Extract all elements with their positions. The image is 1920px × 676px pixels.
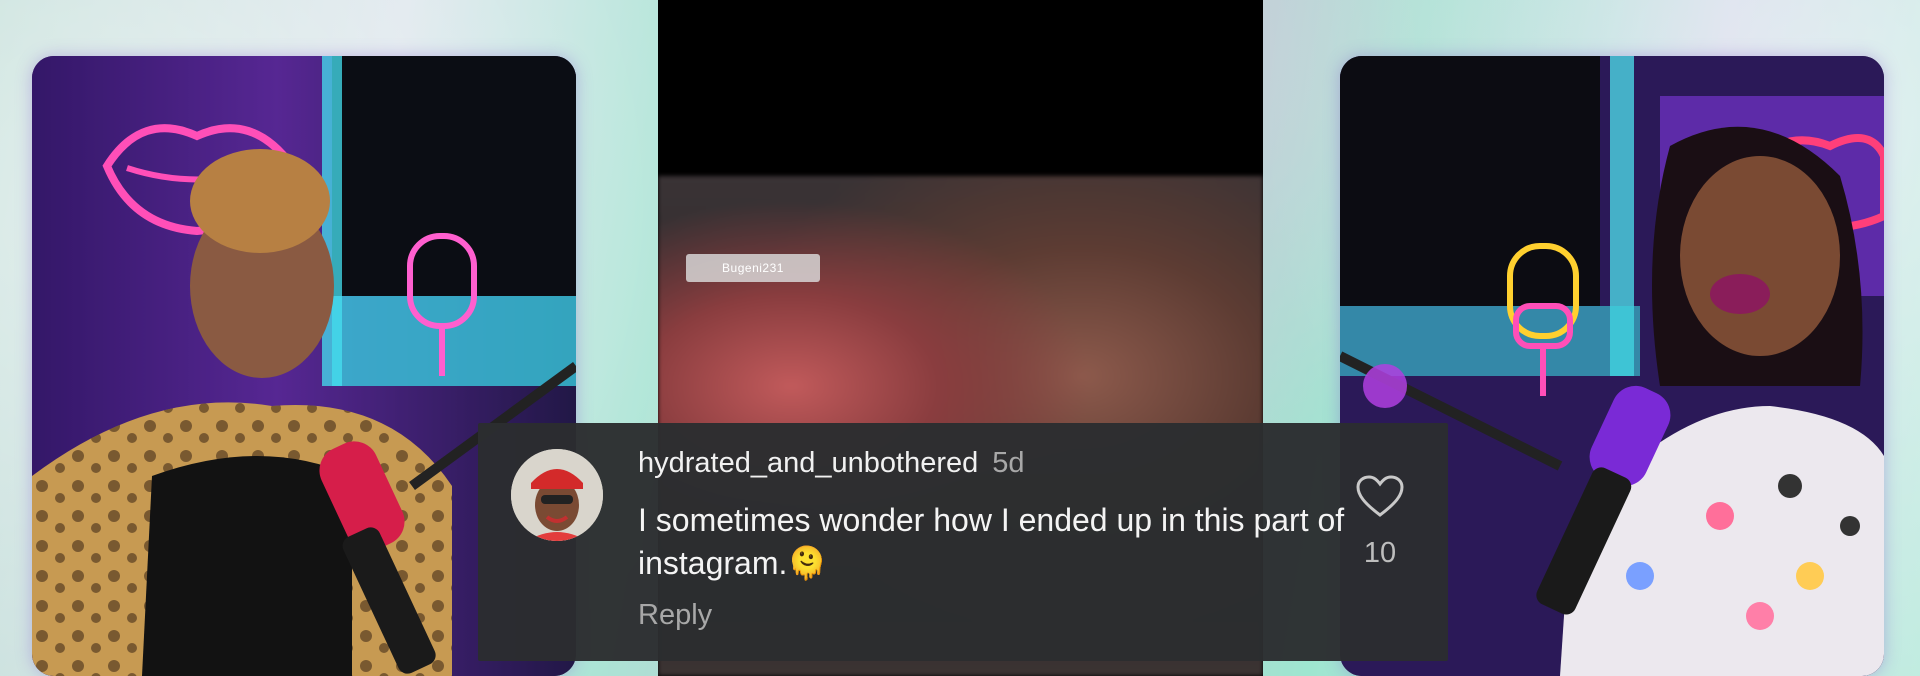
- comment-header: hydrated_and_unbothered 5d: [638, 447, 1025, 480]
- comment-card: hydrated_and_unbothered 5d I sometimes wo…: [478, 423, 1448, 661]
- avatar-image: [511, 449, 603, 541]
- comment-age: 5d: [992, 447, 1025, 479]
- heart-outline-icon[interactable]: [1356, 475, 1404, 519]
- like-count: 10: [1363, 537, 1397, 569]
- avatar[interactable]: [511, 449, 603, 541]
- comment-text: I sometimes wonder how I ended up in thi…: [638, 502, 1345, 581]
- video-username-tag: Bugeni231: [686, 254, 820, 282]
- comment-username[interactable]: hydrated_and_unbothered: [638, 447, 978, 479]
- reply-button[interactable]: Reply: [638, 599, 712, 632]
- comment-body: I sometimes wonder how I ended up in thi…: [638, 499, 1358, 585]
- melting-face-emoji: 🫠: [787, 545, 828, 581]
